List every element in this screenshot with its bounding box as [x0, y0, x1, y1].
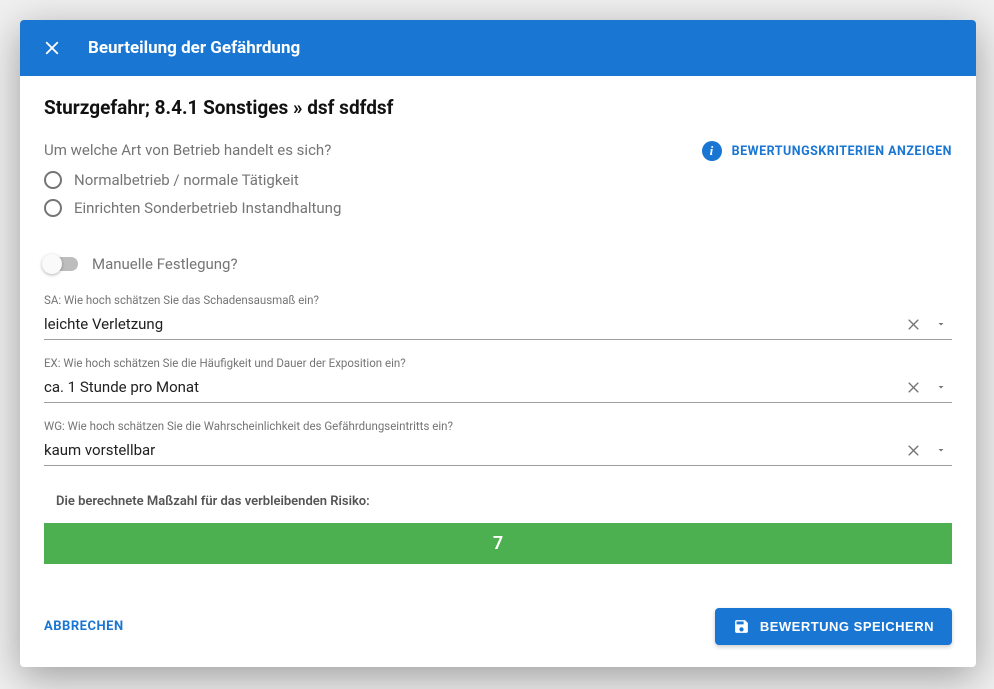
cancel-button[interactable]: ABBRECHEN — [44, 619, 124, 634]
close-button[interactable] — [40, 36, 64, 60]
dialog-body: Sturzgefahr; 8.4.1 Sonstiges » dsf sdfds… — [20, 76, 976, 588]
operation-type-label: Um welche Art von Betrieb handelt es sic… — [44, 141, 341, 159]
assessment-dialog: Beurteilung der Gefährdung Sturzgefahr; … — [20, 20, 976, 667]
field-wg-label: WG: Wie hoch schätzen Sie die Wahrschein… — [44, 419, 952, 433]
dialog-header: Beurteilung der Gefährdung — [20, 20, 976, 76]
field-ex-label: EX: Wie hoch schätzen Sie die Häufigkeit… — [44, 356, 952, 370]
close-icon — [906, 443, 921, 458]
risk-label: Die berechnete Maßzahl für das verbleibe… — [56, 494, 952, 509]
clear-button[interactable] — [902, 439, 924, 461]
save-icon — [733, 618, 750, 635]
field-wg-select[interactable]: kaum vorstellbar — [44, 437, 952, 466]
radio-icon — [44, 199, 62, 217]
radio-label: Normalbetrieb / normale Tätigkeit — [74, 171, 299, 189]
radio-option-special[interactable]: Einrichten Sonderbetrieb Instandhaltung — [44, 199, 341, 217]
clear-button[interactable] — [902, 376, 924, 398]
field-sa-label: SA: Wie hoch schätzen Sie das Schadensau… — [44, 293, 952, 307]
field-sa: SA: Wie hoch schätzen Sie das Schadensau… — [44, 293, 952, 340]
dialog-footer: ABBRECHEN BEWERTUNG SPEICHERN — [20, 588, 976, 667]
save-button-label: BEWERTUNG SPEICHERN — [760, 619, 934, 634]
close-icon — [906, 380, 921, 395]
page-title: Sturzgefahr; 8.4.1 Sonstiges » dsf sdfds… — [44, 96, 952, 119]
close-icon — [906, 317, 921, 332]
clear-button[interactable] — [902, 313, 924, 335]
risk-value-bar: 7 — [44, 523, 952, 564]
caret-down-icon — [935, 381, 947, 393]
caret-down-icon — [935, 444, 947, 456]
field-ex: EX: Wie hoch schätzen Sie die Häufigkeit… — [44, 356, 952, 403]
field-ex-value: ca. 1 Stunde pro Monat — [44, 378, 902, 396]
field-sa-value: leichte Verletzung — [44, 315, 902, 333]
field-ex-select[interactable]: ca. 1 Stunde pro Monat — [44, 374, 952, 403]
close-icon — [43, 39, 61, 57]
dropdown-button[interactable] — [930, 439, 952, 461]
manual-toggle[interactable] — [44, 257, 78, 271]
info-icon: i — [702, 141, 722, 161]
radio-label: Einrichten Sonderbetrieb Instandhaltung — [74, 199, 341, 217]
toggle-knob — [42, 254, 62, 274]
field-sa-select[interactable]: leichte Verletzung — [44, 311, 952, 340]
dropdown-button[interactable] — [930, 313, 952, 335]
field-wg-value: kaum vorstellbar — [44, 441, 902, 459]
save-button[interactable]: BEWERTUNG SPEICHERN — [715, 608, 952, 645]
show-criteria-link[interactable]: i BEWERTUNGSKRITERIEN ANZEIGEN — [702, 141, 952, 161]
operation-type-group: Um welche Art von Betrieb handelt es sic… — [44, 141, 341, 227]
manual-toggle-row: Manuelle Festlegung? — [44, 255, 952, 273]
field-wg: WG: Wie hoch schätzen Sie die Wahrschein… — [44, 419, 952, 466]
dropdown-button[interactable] — [930, 376, 952, 398]
top-row: Um welche Art von Betrieb handelt es sic… — [44, 141, 952, 227]
radio-icon — [44, 171, 62, 189]
manual-toggle-label: Manuelle Festlegung? — [92, 255, 238, 273]
caret-down-icon — [935, 318, 947, 330]
radio-option-normal[interactable]: Normalbetrieb / normale Tätigkeit — [44, 171, 341, 189]
show-criteria-label: BEWERTUNGSKRITERIEN ANZEIGEN — [732, 144, 952, 159]
dialog-title: Beurteilung der Gefährdung — [88, 38, 300, 58]
